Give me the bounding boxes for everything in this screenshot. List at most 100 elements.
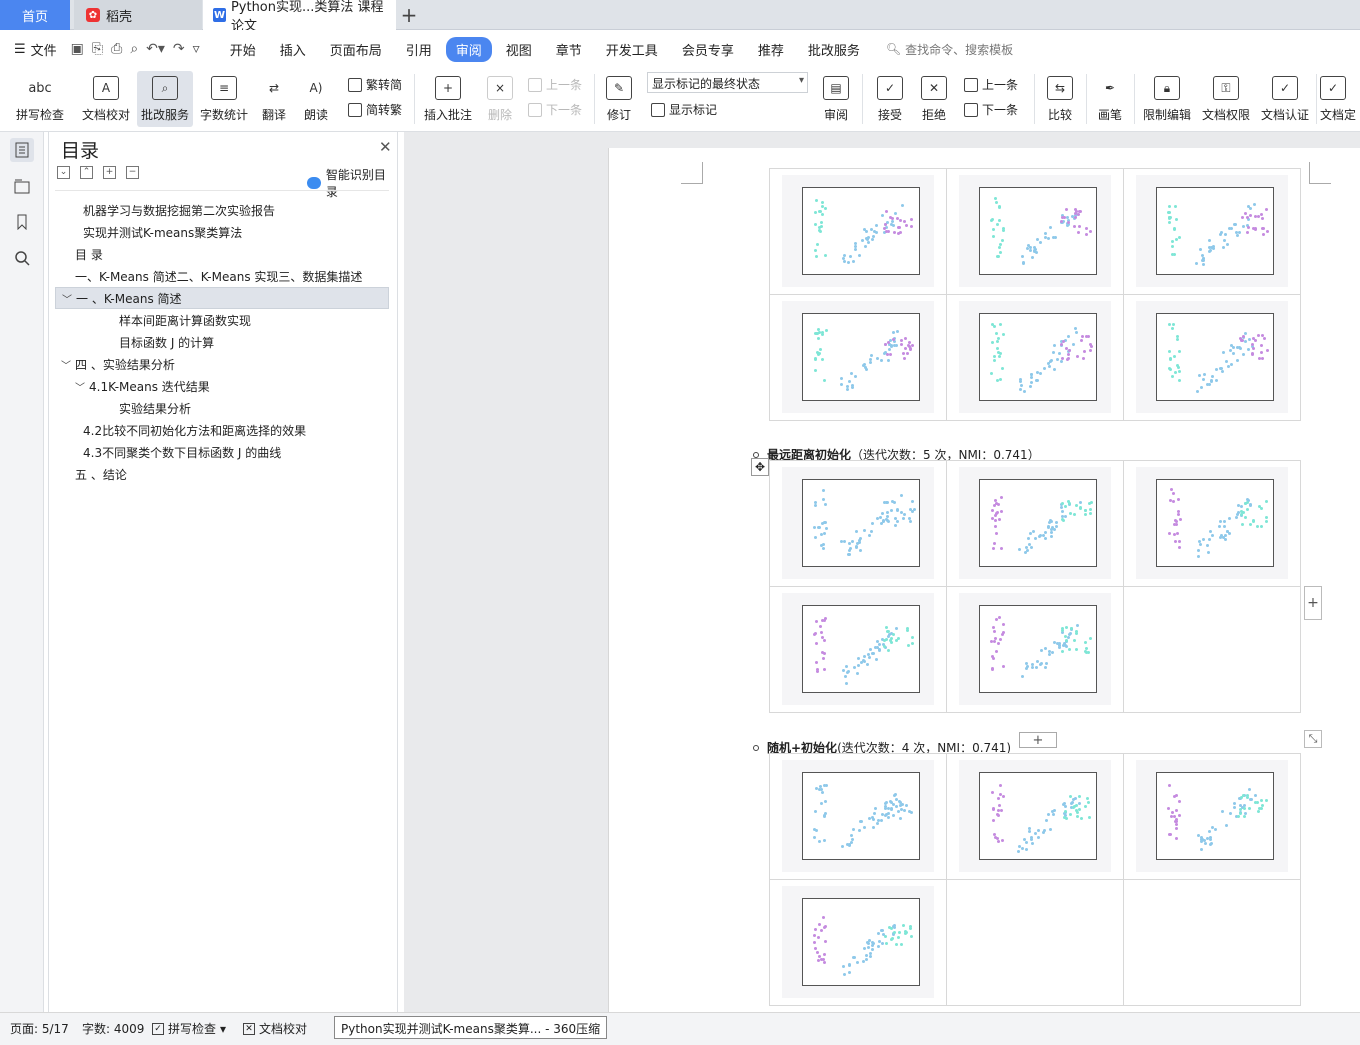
image-table-cell[interactable] — [1123, 294, 1301, 421]
image-table-cell[interactable] — [769, 586, 947, 713]
trad-to-simp-button[interactable]: 繁转简 — [348, 76, 402, 93]
restrict-edit-button[interactable]: 🔒︎ 限制编辑 — [1140, 71, 1194, 127]
save-icon[interactable]: ▣ — [71, 41, 84, 57]
prev-comment-button[interactable]: 上一条 — [528, 76, 582, 93]
menu-item-5[interactable]: 视图 — [496, 37, 542, 62]
image-table-cell[interactable] — [769, 294, 947, 421]
undo-icon[interactable]: ↶▾ — [146, 41, 165, 57]
toc-item[interactable]: 4.3不同聚类个数下目标函数 J 的曲线 — [83, 441, 281, 463]
revise-button[interactable]: ✎ 修订 — [600, 71, 638, 127]
simp-to-trad-button[interactable]: 简转繁 — [348, 101, 402, 118]
menu-item-2[interactable]: 页面布局 — [320, 37, 392, 62]
add-heading-icon[interactable]: + — [103, 166, 116, 179]
image-table-cell[interactable] — [769, 460, 947, 587]
read-aloud-button[interactable]: A) 朗读 — [298, 71, 334, 127]
pen-button[interactable]: ✒ 画笔 — [1092, 71, 1128, 127]
toc-item[interactable]: 实现并测试K-means聚类算法 — [83, 221, 242, 243]
menu-item-7[interactable]: 开发工具 — [596, 37, 668, 62]
image-table-cell[interactable] — [946, 460, 1124, 587]
command-search[interactable]: 🔍︎ 查找命令、搜索模板 — [886, 41, 1013, 58]
compare-button[interactable]: ⇆ 比较 — [1040, 71, 1080, 127]
add-column-plus-icon[interactable]: + — [1304, 586, 1322, 620]
image-table-cell[interactable] — [1123, 753, 1301, 880]
toc-item[interactable]: 4.2比较不同初始化方法和距离选择的效果 — [83, 419, 306, 441]
preview-icon[interactable]: ⌕ — [130, 41, 138, 57]
tab-daoke[interactable]: ✿ 稻壳 — [74, 0, 202, 30]
tab-home[interactable]: 首页 — [0, 0, 70, 30]
image-table-cell[interactable] — [769, 753, 947, 880]
search-icon[interactable] — [10, 246, 34, 270]
markup-state-select[interactable]: 显示标记的最终状态 — [647, 72, 808, 93]
bookmark-icon[interactable] — [10, 210, 34, 234]
new-tab-plus-icon[interactable]: + — [398, 3, 420, 27]
accept-button[interactable]: ✓ 接受 — [870, 71, 910, 127]
tab-document[interactable]: W Python实现...类算法 课程论文 — [203, 0, 396, 34]
prev-change-button[interactable]: 上一条 — [964, 76, 1018, 93]
chevron-down-icon[interactable]: ﹀ — [61, 357, 75, 372]
doc-cert-button[interactable]: ✓ 文档认证 — [1258, 71, 1312, 127]
image-table-cell[interactable] — [946, 168, 1124, 295]
translate-button[interactable]: ⇄ 翻译 — [256, 71, 292, 127]
toc-panel-icon[interactable] — [10, 138, 34, 162]
chevron-down-icon[interactable]: ﹀ — [62, 291, 76, 306]
toc-item[interactable]: 五 、结论 — [75, 463, 127, 485]
menu-item-3[interactable]: 引用 — [396, 37, 442, 62]
doc-finalize-button[interactable]: ✓ 文档定 — [1320, 71, 1360, 127]
add-row-plus-icon[interactable]: + — [1019, 732, 1057, 748]
delete-comment-button[interactable]: × 删除 — [480, 71, 520, 127]
chapter-panel-icon[interactable] — [10, 174, 34, 198]
toc-item[interactable]: 目 录 — [75, 243, 103, 265]
grading-service-button[interactable]: ⌕ 批改服务 — [137, 71, 193, 127]
page-indicator[interactable]: 页面: 5/17 — [10, 1020, 69, 1037]
menu-item-0[interactable]: 开始 — [220, 37, 266, 62]
word-count-button[interactable]: ≡ 字数统计 — [197, 71, 251, 127]
table-move-handle-icon[interactable]: ✥ — [751, 458, 769, 476]
export-icon[interactable]: ⎘ — [92, 41, 103, 57]
insert-comment-button[interactable]: + 插入批注 — [422, 71, 474, 127]
image-table-cell[interactable] — [946, 753, 1124, 880]
remove-heading-icon[interactable]: − — [126, 166, 139, 179]
expand-all-icon[interactable]: ⌃ — [80, 166, 93, 179]
toc-item[interactable]: 目标函数 J 的计算 — [119, 331, 214, 353]
menu-item-6[interactable]: 章节 — [546, 37, 592, 62]
image-table-cell[interactable] — [946, 879, 1124, 1006]
image-table-cell[interactable] — [1123, 168, 1301, 295]
show-markup-button[interactable]: 显示标记 — [651, 101, 717, 118]
menu-item-10[interactable]: 批改服务 — [798, 37, 870, 62]
review-pane-button[interactable]: ▤ 审阅 — [816, 71, 856, 127]
redo-icon[interactable]: ↷ — [173, 41, 185, 57]
print-icon[interactable]: ⎙ — [111, 41, 122, 57]
next-change-button[interactable]: 下一条 — [964, 101, 1018, 118]
toc-item[interactable]: ﹀ 一 、K-Means 简述 — [55, 287, 389, 309]
next-comment-button[interactable]: 下一条 — [528, 101, 582, 118]
toc-item[interactable]: 机器学习与数据挖掘第二次实验报告 — [83, 199, 275, 221]
menu-item-9[interactable]: 推荐 — [748, 37, 794, 62]
proofread-button[interactable]: A 文档校对 — [78, 71, 134, 127]
image-table-cell[interactable] — [1123, 879, 1301, 1006]
menu-item-8[interactable]: 会员专享 — [672, 37, 744, 62]
collapse-all-icon[interactable]: ⌄ — [57, 166, 70, 179]
toc-item[interactable]: 一、K-Means 简述二、K-Means 实现三、数据集描述 — [75, 265, 362, 287]
image-table-cell[interactable] — [769, 879, 947, 1006]
doc-permission-button[interactable]: ⚿ 文档权限 — [1199, 71, 1253, 127]
image-table-cell[interactable] — [769, 168, 947, 295]
toc-item[interactable]: 样本间距离计算函数实现 — [119, 309, 251, 331]
more-icon[interactable]: ▿ — [193, 41, 200, 57]
spell-check-button[interactable]: abc 拼写检查 — [10, 71, 70, 127]
reject-button[interactable]: ✕ 拒绝 — [914, 71, 954, 127]
menu-item-1[interactable]: 插入 — [270, 37, 316, 62]
toc-item[interactable]: 实验结果分析 — [119, 397, 191, 419]
table-resize-icon[interactable]: ⤡ — [1304, 730, 1322, 748]
file-menu[interactable]: ☰ 文件 — [14, 40, 57, 59]
menu-item-4[interactable]: 审阅 — [445, 36, 492, 62]
word-count[interactable]: 字数: 4009 — [82, 1020, 144, 1037]
image-table-cell[interactable] — [1123, 586, 1301, 713]
status-proofread[interactable]: ✕ 文档校对 — [243, 1020, 307, 1037]
toc-item[interactable]: ﹀ 4.1K-Means 迭代结果 — [75, 375, 210, 397]
chevron-down-icon[interactable]: ﹀ — [75, 379, 89, 394]
close-icon[interactable]: ✕ — [379, 138, 392, 156]
toc-item[interactable]: ﹀ 四 、实验结果分析 — [61, 353, 175, 375]
image-table-cell[interactable] — [946, 294, 1124, 421]
status-spell-check[interactable]: ✓ 拼写检查 ▾ — [152, 1020, 226, 1037]
image-table-cell[interactable] — [946, 586, 1124, 713]
